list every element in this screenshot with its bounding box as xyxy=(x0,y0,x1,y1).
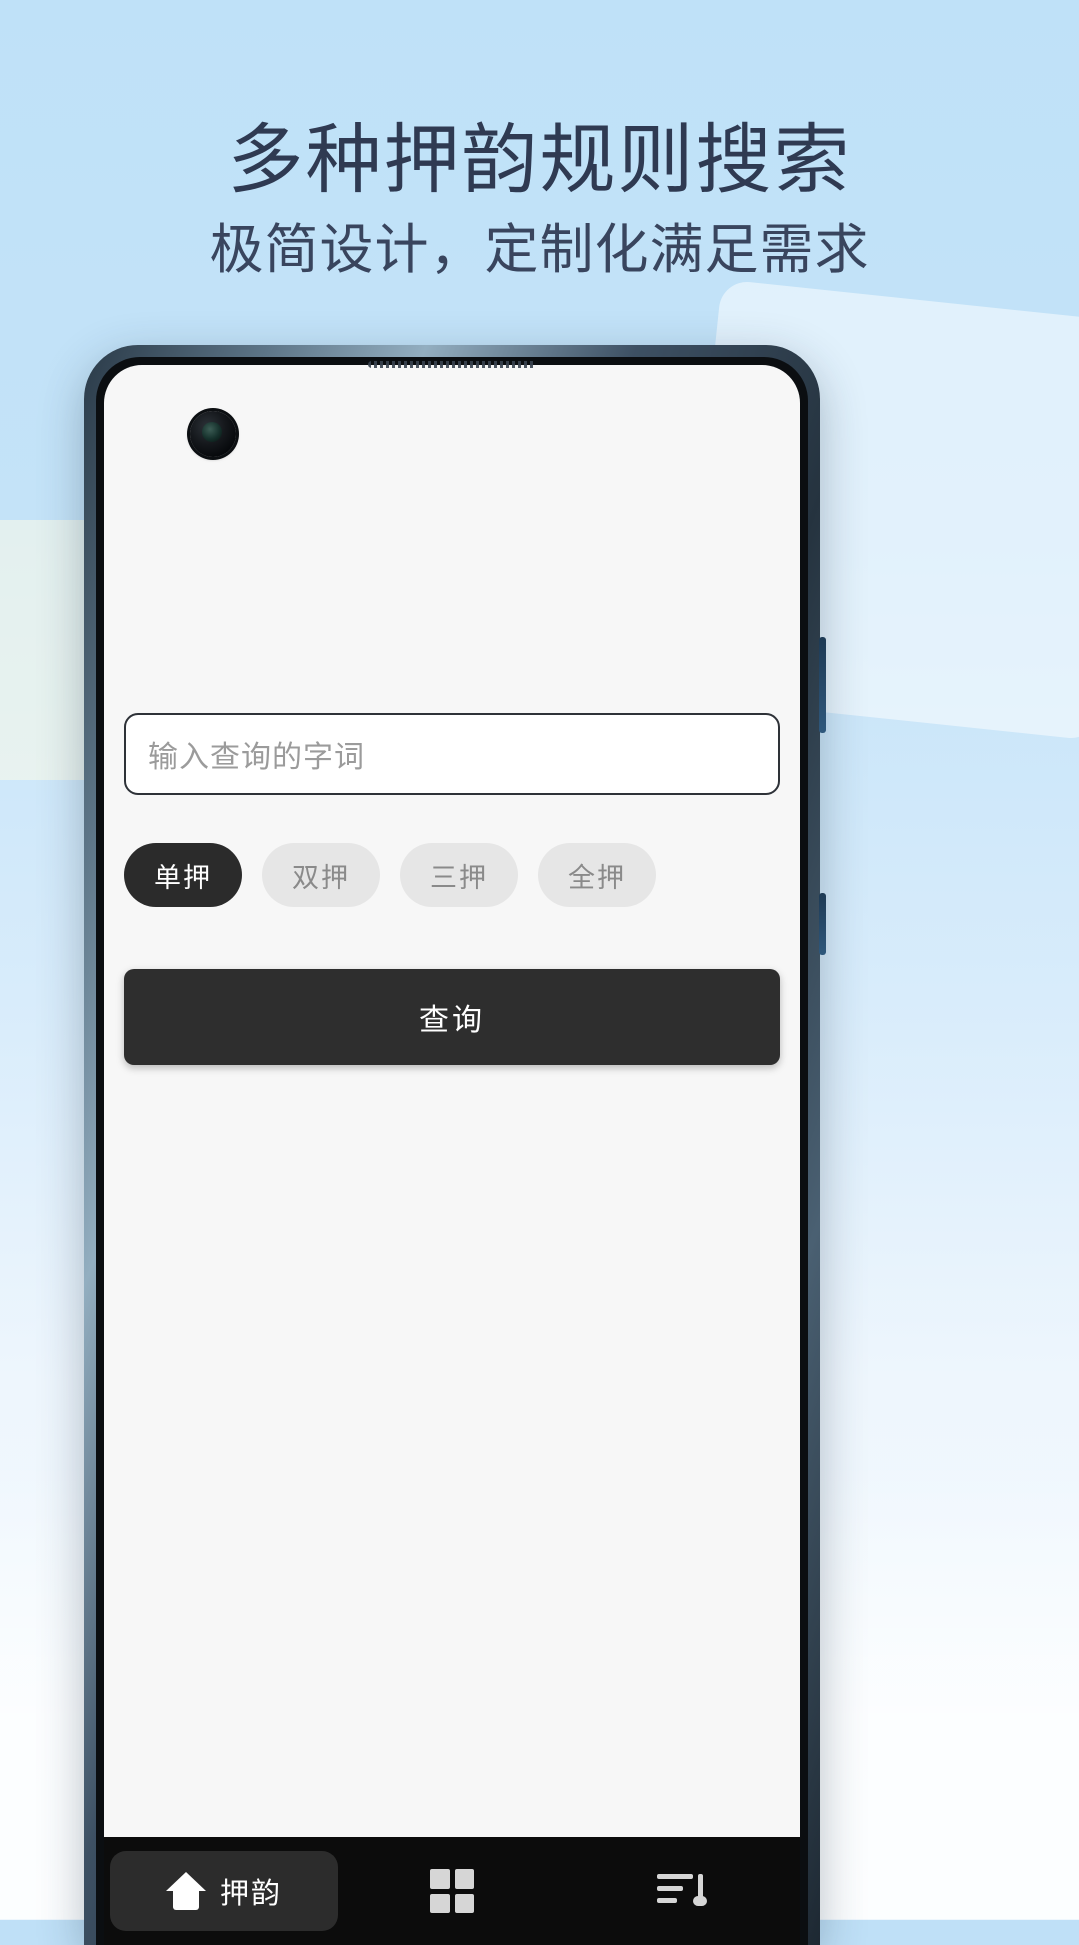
earpiece-speaker-grille-icon xyxy=(368,361,536,368)
promo-subtitle: 极简设计，定制化满足需求 xyxy=(209,220,870,281)
search-placeholder-text: 输入查询的字词 xyxy=(148,741,365,774)
home-icon xyxy=(165,1872,206,1910)
grid-cell xyxy=(430,1893,450,1913)
nav-item-label: 押韵 xyxy=(219,1878,282,1910)
query-button-label: 查询 xyxy=(419,1004,485,1037)
chip-label: 单押 xyxy=(154,862,212,893)
rhyme-mode-chip-single[interactable]: 单押 xyxy=(124,843,242,907)
rhyme-mode-chip-all[interactable]: 全押 xyxy=(538,843,656,907)
list-line xyxy=(657,1898,677,1903)
promo-title: 多种押韵规则搜索 xyxy=(227,118,852,203)
search-input[interactable]: 输入查询的字词 xyxy=(124,713,780,795)
playlist-music-icon xyxy=(657,1872,707,1910)
volume-button[interactable] xyxy=(819,893,826,955)
front-camera-icon xyxy=(190,411,236,457)
rhyme-mode-chip-row: 单押 双押 三押 全押 xyxy=(124,843,780,907)
rhyme-mode-chip-double[interactable]: 双押 xyxy=(262,843,380,907)
list-line xyxy=(657,1886,683,1891)
nav-item-rhyme[interactable]: 押韵 xyxy=(110,1851,338,1931)
bottom-navigation-bar: 押韵 xyxy=(104,1837,800,1945)
list-line xyxy=(657,1874,693,1879)
phone-mockup: 输入查询的字词 单押 双押 三押 全押 查询 押韵 xyxy=(84,345,826,1945)
camera-lens-icon xyxy=(202,422,222,442)
phone-screen: 输入查询的字词 单押 双押 三押 全押 查询 押韵 xyxy=(104,365,800,1945)
nav-item-grid[interactable] xyxy=(338,1851,566,1931)
grid-cell xyxy=(430,1869,450,1889)
rhyme-mode-chip-triple[interactable]: 三押 xyxy=(400,843,518,907)
nav-item-playlist[interactable] xyxy=(566,1851,794,1931)
chip-label: 双押 xyxy=(292,862,350,893)
grid-icon xyxy=(430,1869,474,1913)
chip-label: 三押 xyxy=(430,862,488,893)
query-button[interactable]: 查询 xyxy=(124,969,780,1065)
phone-bezel: 输入查询的字词 单押 双押 三押 全押 查询 押韵 xyxy=(96,357,808,1945)
promo-headline-block: 多种押韵规则搜索 极简设计，定制化满足需求 xyxy=(0,118,1079,281)
music-note-head xyxy=(693,1896,707,1906)
grid-cell xyxy=(454,1893,474,1913)
app-content: 输入查询的字词 单押 双押 三押 全押 查询 xyxy=(104,365,800,1945)
chip-label: 全押 xyxy=(568,862,626,893)
grid-cell xyxy=(454,1869,474,1889)
power-button[interactable] xyxy=(819,637,826,733)
